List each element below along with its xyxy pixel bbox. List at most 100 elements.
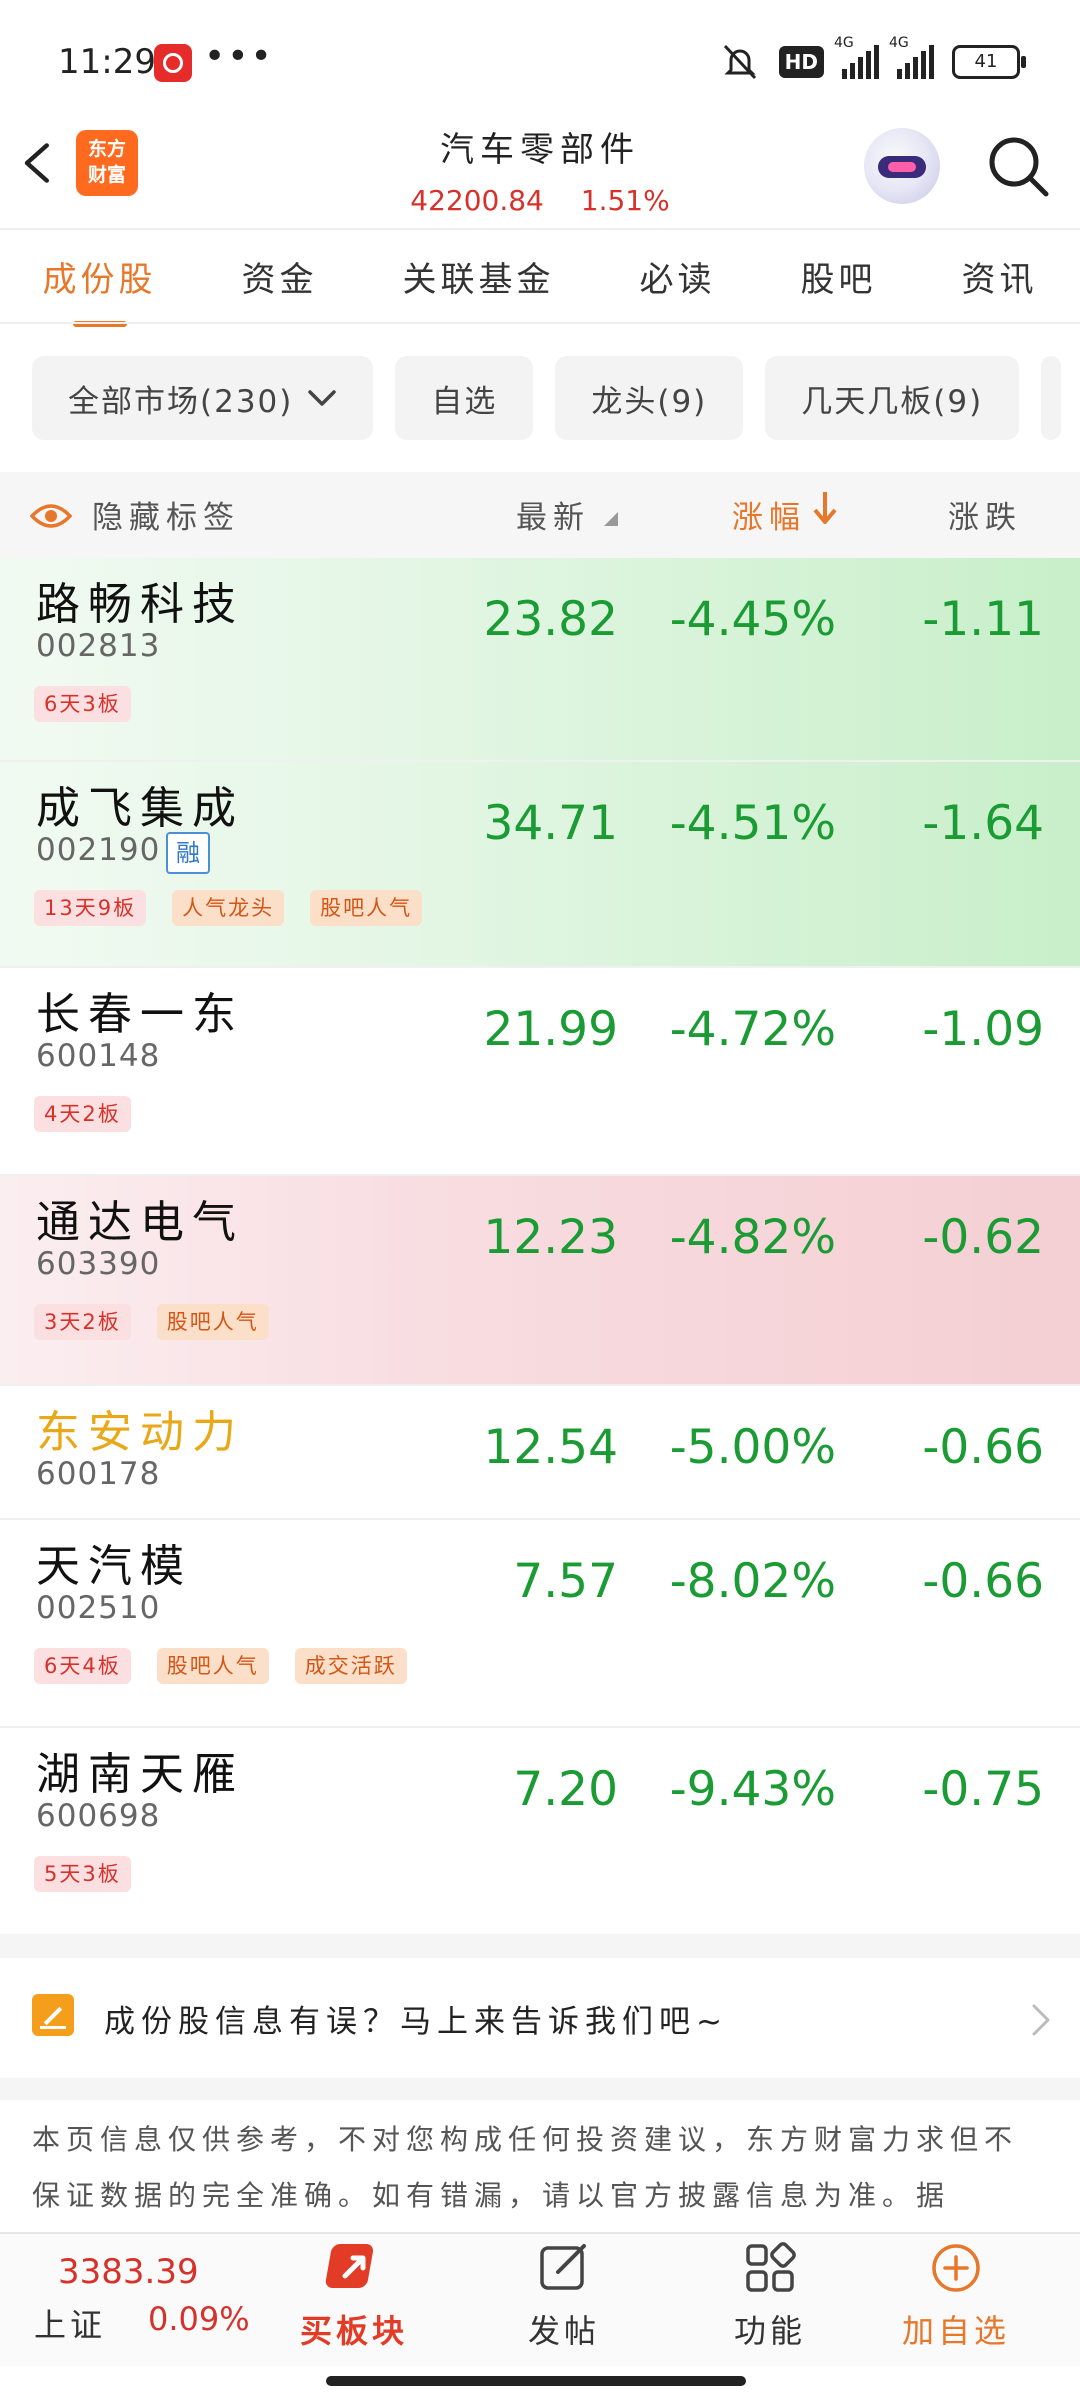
divider (0, 322, 1080, 324)
change-pct: -4.51% (669, 796, 836, 851)
plus-circle-icon (932, 2244, 980, 2292)
status-time: 11:29 (58, 42, 156, 82)
board-tag: 6天4板 (34, 1648, 131, 1684)
add-watchlist-button[interactable]: 加自选 (876, 2240, 1036, 2352)
change-amount: -1.09 (922, 1002, 1044, 1057)
index-change: 1.51% (580, 184, 670, 217)
edit-icon (540, 2244, 586, 2290)
robot-assistant-icon[interactable] (864, 128, 940, 204)
hide-tags-toggle[interactable]: 隐藏标签 (92, 492, 240, 537)
table-row[interactable]: 路畅科技 002813 6天3板 23.82 -4.45% -1.11 (0, 558, 1080, 762)
buy-block-button[interactable]: 买板块 (274, 2240, 434, 2352)
market-index-value[interactable]: 3383.39 (58, 2252, 199, 2292)
sort-descending-icon (813, 492, 837, 524)
stock-tags: 6天3板 (34, 686, 131, 722)
board-tag: 3天2板 (34, 1304, 131, 1340)
tab-news[interactable]: 资讯 (962, 252, 1038, 301)
more-notifications-icon: ••• (204, 36, 274, 77)
feedback-banner[interactable]: 成份股信息有误？马上来告诉我们吧~ (0, 1958, 1080, 2078)
change-amount: -1.64 (922, 796, 1044, 851)
change-amount: -0.75 (922, 1762, 1044, 1817)
feedback-text: 成份股信息有误？马上来告诉我们吧~ (104, 2004, 728, 2040)
table-row[interactable]: 通达电气 603390 3天2板 股吧人气 12.23 -4.82% -0.62 (0, 1176, 1080, 1386)
stock-name: 湖南天雁 (36, 1749, 244, 1800)
forum-hot-tag: 股吧人气 (310, 890, 423, 926)
board-tag: 6天3板 (34, 686, 131, 722)
section-gap (0, 2078, 1080, 2100)
stock-code: 002190 (36, 832, 161, 868)
battery-icon: 41 (952, 45, 1026, 79)
boards-chip[interactable]: 几天几板(9) (765, 356, 1020, 440)
board-tag: 13天9板 (34, 890, 147, 926)
stock-name: 长春一东 (36, 989, 244, 1040)
change-amount: -0.62 (922, 1210, 1044, 1265)
latest-price: 21.99 (483, 1002, 618, 1057)
latest-price: 34.71 (483, 796, 618, 851)
stock-name: 天汽模 (36, 1541, 192, 1592)
market-index-pct[interactable]: 0.09% (148, 2300, 250, 2338)
stock-name: 路畅科技 (36, 579, 244, 630)
search-icon[interactable] (984, 132, 1054, 202)
buy-block-icon (325, 2244, 374, 2288)
sort-indicator-icon (604, 512, 618, 526)
column-change[interactable]: 涨跌 (948, 492, 1022, 537)
grid-icon (746, 2242, 796, 2292)
stock-name: 东安动力 (36, 1407, 244, 1458)
change-pct: -9.43% (669, 1762, 836, 1817)
stock-code: 600178 (36, 1456, 161, 1492)
table-header: 隐藏标签 最新 涨幅 涨跌 (0, 472, 1080, 558)
stock-name: 成飞集成 (36, 783, 244, 834)
column-change-pct[interactable]: 涨幅 (732, 492, 806, 537)
stock-code: 600148 (36, 1038, 161, 1074)
stock-code: 002813 (36, 628, 161, 664)
change-pct: -8.02% (669, 1554, 836, 1609)
stock-code: 002510 (36, 1590, 161, 1626)
chevron-down-icon (308, 390, 337, 406)
table-row[interactable]: 天汽模 002510 6天4板 股吧人气 成交活跃 7.57 -8.02% -0… (0, 1520, 1080, 1728)
latest-price: 12.23 (483, 1210, 618, 1265)
eye-icon[interactable] (30, 502, 72, 530)
post-button[interactable]: 发帖 (484, 2240, 644, 2352)
change-pct: -4.72% (669, 1002, 836, 1057)
table-row[interactable]: 长春一东 600148 4天2板 21.99 -4.72% -1.09 (0, 968, 1080, 1176)
tab-must-read[interactable]: 必读 (640, 252, 716, 301)
tab-related-funds[interactable]: 关联基金 (403, 252, 555, 301)
latest-price: 23.82 (483, 592, 618, 647)
tab-constituents[interactable]: 成份股 (43, 252, 157, 327)
stock-tags: 4天2板 (34, 1096, 131, 1132)
tab-funds-flow[interactable]: 资金 (242, 252, 318, 301)
stock-tags: 3天2板 股吧人气 (34, 1304, 269, 1340)
watchlist-chip[interactable]: 自选 (395, 356, 534, 440)
section-gap (0, 1934, 1080, 1958)
change-amount: -0.66 (922, 1420, 1044, 1475)
table-row[interactable]: 湖南天雁 600698 5天3板 7.20 -9.43% -0.75 (0, 1728, 1080, 1934)
market-index-name[interactable]: 上证 (34, 2300, 106, 2346)
forum-hot-tag: 股吧人气 (156, 1648, 269, 1684)
functions-button[interactable]: 功能 (690, 2240, 850, 2352)
column-latest[interactable]: 最新 (516, 492, 590, 537)
table-row[interactable]: 成飞集成 002190 融 13天9板 人气龙头 股吧人气 34.71 -4.5… (0, 762, 1080, 968)
leaders-chip[interactable]: 龙头(9) (555, 356, 744, 440)
edit-pen-icon (32, 1994, 74, 2036)
stock-code: 603390 (36, 1246, 161, 1282)
stock-name: 通达电气 (36, 1197, 244, 1248)
table-row[interactable]: 东安动力 600178 12.54 -5.00% -0.66 (0, 1386, 1080, 1520)
tab-forum[interactable]: 股吧 (801, 252, 877, 301)
latest-price: 12.54 (483, 1420, 618, 1475)
more-chip[interactable] (1041, 356, 1062, 440)
hd-voice-icon: HD (778, 46, 824, 78)
disclaimer-text: 本页信息仅供参考，不对您构成任何投资建议，东方财富力求但不保证数据的完全准确。如… (32, 2123, 1019, 2212)
signal-icon-1: 4G (834, 35, 879, 79)
active-trading-tag: 成交活跃 (294, 1648, 407, 1684)
latest-price: 7.20 (513, 1762, 618, 1817)
margin-badge: 融 (166, 832, 210, 874)
change-amount: -1.11 (922, 592, 1044, 647)
board-tag: 4天2板 (34, 1096, 131, 1132)
market-filter-dropdown[interactable]: 全部市场(230) (32, 356, 374, 440)
latest-price: 7.57 (513, 1554, 618, 1609)
stock-tags: 5天3板 (34, 1856, 131, 1892)
home-indicator[interactable] (326, 2376, 746, 2386)
signal-icon-2: 4G (889, 35, 934, 79)
status-bar: 11:29 ••• HD 4G 4G 41 (0, 0, 1080, 120)
change-amount: -0.66 (922, 1554, 1044, 1609)
